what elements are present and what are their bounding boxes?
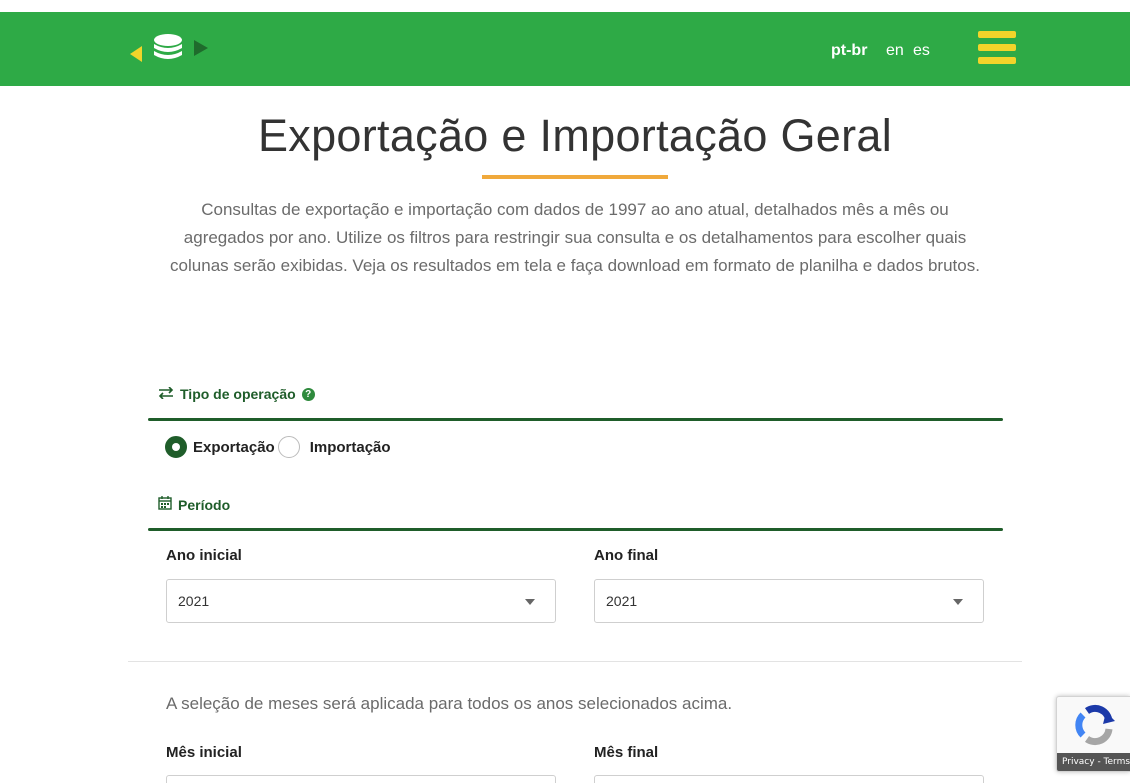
end-year-select[interactable]: 2021	[594, 579, 984, 623]
start-month-label: Mês inicial	[166, 744, 242, 761]
chevron-down-icon	[953, 599, 963, 605]
radio-checked-icon[interactable]	[165, 436, 187, 458]
operation-heading-label: Tipo de operação	[180, 386, 296, 402]
radio-importacao[interactable]: Importação	[277, 436, 391, 458]
section-divider	[148, 528, 1003, 531]
start-year-value: 2021	[178, 593, 210, 609]
divider	[128, 661, 1022, 662]
period-heading-label: Período	[178, 496, 231, 513]
section-divider	[148, 418, 1003, 421]
page-title: Exportação e Importação Geral	[257, 110, 893, 161]
period-section-heading: Período	[158, 496, 230, 513]
lang-pt-br[interactable]: pt-br	[831, 42, 867, 60]
radio-unchecked-icon[interactable]	[277, 436, 300, 458]
hamburger-menu-icon[interactable]	[978, 31, 1016, 65]
operation-section-heading: Tipo de operação ?	[158, 386, 315, 402]
recaptcha-footer[interactable]: Privacy - Terms	[1057, 753, 1130, 771]
start-year-select[interactable]: 2021	[166, 579, 556, 623]
title-underline	[482, 175, 668, 179]
lang-es[interactable]: es	[913, 42, 930, 60]
radio-importacao-label: Importação	[309, 438, 391, 456]
lang-en[interactable]: en	[886, 42, 904, 60]
end-year-value: 2021	[606, 593, 638, 609]
help-icon[interactable]: ?	[301, 387, 315, 401]
swap-arrows-icon	[158, 386, 174, 402]
radio-exportacao-label: Exportação	[193, 438, 275, 456]
start-year-label: Ano inicial	[166, 547, 242, 564]
start-month-select[interactable]	[166, 775, 556, 783]
month-note: A seleção de meses será aplicada para to…	[166, 694, 733, 713]
operation-radio-group: Exportação Importação	[165, 436, 391, 458]
end-month-label: Mês final	[594, 744, 659, 761]
end-month-select[interactable]	[594, 775, 984, 783]
calendar-icon	[158, 496, 172, 513]
end-year-label: Ano final	[594, 547, 659, 564]
recaptcha-badge[interactable]: Privacy - Terms	[1056, 696, 1130, 772]
intro-text: Consultas de exportação e importação com…	[170, 200, 980, 275]
site-logo[interactable]	[128, 26, 208, 72]
top-navbar: pt-br en es	[0, 12, 1130, 86]
chevron-down-icon	[525, 599, 535, 605]
radio-exportacao[interactable]: Exportação	[165, 436, 275, 458]
